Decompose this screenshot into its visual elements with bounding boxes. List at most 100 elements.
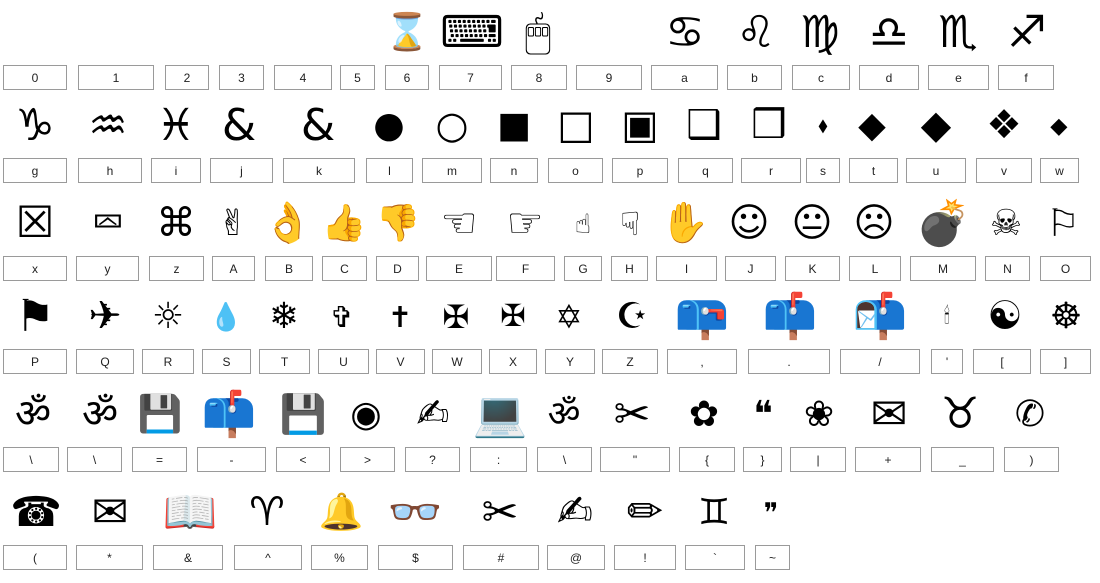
key-label-box[interactable]: \ bbox=[537, 447, 592, 472]
key-label-box[interactable]: ) bbox=[1004, 447, 1059, 472]
key-label-box[interactable]: I bbox=[656, 256, 717, 281]
key-label-box[interactable]: . bbox=[748, 349, 830, 374]
key-label-box[interactable]: t bbox=[849, 158, 898, 183]
key-label-box[interactable]: " bbox=[600, 447, 670, 472]
key-label-box[interactable]: o bbox=[548, 158, 603, 183]
key-label-box[interactable]: P bbox=[3, 349, 67, 374]
writing-hand-icon: ✍ bbox=[416, 391, 450, 438]
key-label-box[interactable]: C bbox=[322, 256, 367, 281]
key-label-box[interactable]: m bbox=[422, 158, 482, 183]
key-label-box[interactable]: F bbox=[496, 256, 555, 281]
key-label-box[interactable]: L bbox=[849, 256, 901, 281]
key-label-box[interactable]: ( bbox=[3, 545, 67, 570]
key-label-box[interactable]: | bbox=[790, 447, 846, 472]
key-label-box[interactable]: ` bbox=[685, 545, 745, 570]
key-label-box[interactable]: p bbox=[612, 158, 668, 183]
key-label-box[interactable]: & bbox=[153, 545, 223, 570]
key-label-box[interactable]: 1 bbox=[78, 65, 154, 90]
key-label-box[interactable]: ~ bbox=[755, 545, 790, 570]
key-label-box[interactable]: r bbox=[741, 158, 801, 183]
key-label-box[interactable]: ^ bbox=[234, 545, 302, 570]
desk-phone-icon: ☎ bbox=[10, 488, 62, 537]
key-label-box[interactable]: , bbox=[667, 349, 737, 374]
key-label-box[interactable]: N bbox=[985, 256, 1030, 281]
key-label-box[interactable]: j bbox=[210, 158, 273, 183]
key-label-box[interactable]: ' bbox=[931, 349, 963, 374]
key-label-box[interactable]: 7 bbox=[439, 65, 502, 90]
key-label-box[interactable]: U bbox=[318, 349, 369, 374]
key-label-box[interactable]: Y bbox=[545, 349, 595, 374]
key-label-box[interactable]: x bbox=[3, 256, 67, 281]
key-label-box[interactable]: 3 bbox=[219, 65, 264, 90]
key-label-box[interactable]: D bbox=[376, 256, 419, 281]
key-label-box[interactable]: 2 bbox=[165, 65, 209, 90]
key-label-box[interactable]: A bbox=[212, 256, 255, 281]
key-label-box[interactable]: q bbox=[678, 158, 733, 183]
key-label-box[interactable]: @ bbox=[547, 545, 605, 570]
diskette-icon: 💾 bbox=[279, 392, 327, 437]
key-label-box[interactable]: T bbox=[259, 349, 310, 374]
key-label-box[interactable]: Q bbox=[76, 349, 134, 374]
key-label-box[interactable]: 8 bbox=[511, 65, 567, 90]
key-label-box[interactable]: s bbox=[806, 158, 840, 183]
key-label-box[interactable]: y bbox=[76, 256, 139, 281]
key-label-box[interactable]: 0 bbox=[3, 65, 67, 90]
key-label-box[interactable]: R bbox=[142, 349, 194, 374]
key-label-box[interactable]: w bbox=[1040, 158, 1079, 183]
key-label-box[interactable]: \ bbox=[3, 447, 59, 472]
key-label-box[interactable]: 6 bbox=[385, 65, 429, 90]
key-label-box[interactable]: : bbox=[470, 447, 527, 472]
key-label-box[interactable]: B bbox=[265, 256, 313, 281]
key-label-box[interactable]: [ bbox=[973, 349, 1031, 374]
key-label-box[interactable]: { bbox=[679, 447, 735, 472]
key-label-box[interactable]: g bbox=[3, 158, 67, 183]
key-label-box[interactable]: S bbox=[202, 349, 251, 374]
key-label-box[interactable]: X bbox=[489, 349, 537, 374]
key-label-box[interactable]: 4 bbox=[274, 65, 332, 90]
key-label-box[interactable]: z bbox=[149, 256, 204, 281]
key-label-box[interactable]: M bbox=[910, 256, 976, 281]
key-label-box[interactable]: / bbox=[840, 349, 920, 374]
key-label-box[interactable]: 9 bbox=[576, 65, 642, 90]
key-label-box[interactable]: K bbox=[785, 256, 840, 281]
key-label-box[interactable]: ] bbox=[1040, 349, 1091, 374]
key-label-box[interactable]: E bbox=[426, 256, 492, 281]
key-label-box[interactable]: ! bbox=[614, 545, 676, 570]
key-label-box[interactable]: 5 bbox=[340, 65, 375, 90]
key-label-box[interactable]: O bbox=[1040, 256, 1091, 281]
key-label-box[interactable]: b bbox=[727, 65, 782, 90]
key-label-box[interactable]: G bbox=[564, 256, 602, 281]
key-label-box[interactable]: \ bbox=[67, 447, 122, 472]
key-label-box[interactable]: n bbox=[490, 158, 538, 183]
key-label-box[interactable]: V bbox=[376, 349, 425, 374]
key-label-box[interactable]: u bbox=[906, 158, 966, 183]
key-label-box[interactable]: J bbox=[725, 256, 776, 281]
key-label-box[interactable]: W bbox=[432, 349, 482, 374]
key-label-box[interactable]: > bbox=[340, 447, 395, 472]
key-label-box[interactable]: * bbox=[76, 545, 143, 570]
key-label-box[interactable]: - bbox=[197, 447, 266, 472]
key-label-box[interactable]: k bbox=[283, 158, 355, 183]
key-label-box[interactable]: a bbox=[651, 65, 718, 90]
key-label-box[interactable]: d bbox=[859, 65, 919, 90]
key-label-box[interactable]: $ bbox=[378, 545, 453, 570]
key-label-box[interactable]: } bbox=[743, 447, 782, 472]
key-label-box[interactable]: H bbox=[611, 256, 648, 281]
key-label-box[interactable]: % bbox=[311, 545, 368, 570]
key-label-box[interactable]: ? bbox=[405, 447, 460, 472]
key-label-box[interactable]: # bbox=[463, 545, 539, 570]
key-label-box[interactable]: Z bbox=[602, 349, 658, 374]
key-label-box[interactable]: = bbox=[132, 447, 187, 472]
key-label-box[interactable]: c bbox=[792, 65, 850, 90]
key-label-box[interactable]: h bbox=[78, 158, 142, 183]
key-label-box[interactable]: l bbox=[366, 158, 413, 183]
large-diamond-icon: ◆ bbox=[920, 102, 952, 149]
key-label-box[interactable]: v bbox=[976, 158, 1032, 183]
latin-cross-icon: ✞ bbox=[329, 299, 355, 334]
key-label-box[interactable]: _ bbox=[931, 447, 994, 472]
key-label-box[interactable]: e bbox=[928, 65, 989, 90]
key-label-box[interactable]: f bbox=[998, 65, 1054, 90]
key-label-box[interactable]: + bbox=[855, 447, 921, 472]
key-label-box[interactable]: < bbox=[276, 447, 330, 472]
key-label-box[interactable]: i bbox=[151, 158, 201, 183]
